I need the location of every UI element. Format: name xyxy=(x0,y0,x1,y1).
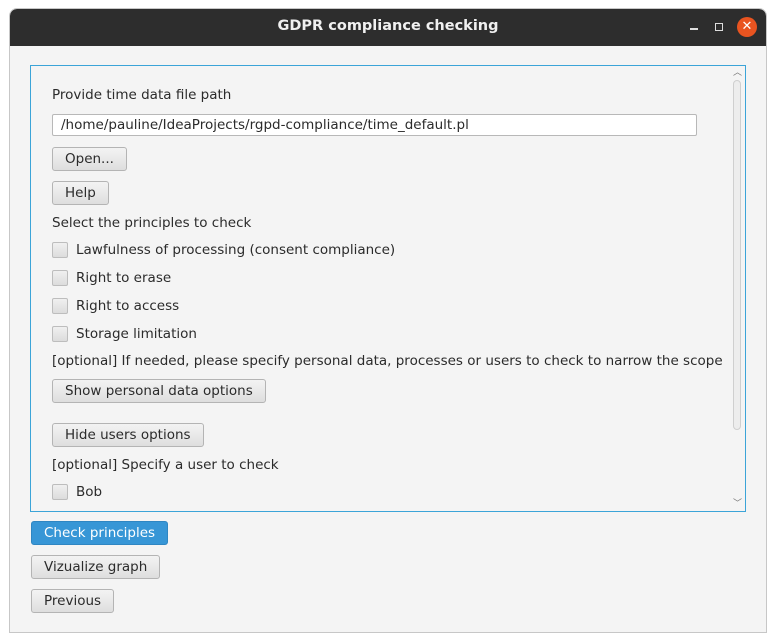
options-content: Provide time data file path Open... Help… xyxy=(31,66,723,511)
chevron-down-icon[interactable]: ﹀ xyxy=(730,498,745,510)
vertical-scrollbar[interactable]: ︿ ﹀ xyxy=(730,66,745,511)
help-button[interactable]: Help xyxy=(52,181,109,205)
chevron-up-icon[interactable]: ︿ xyxy=(730,67,745,79)
app-window: GDPR compliance checking ✕ Provide time … xyxy=(9,8,767,633)
principle-storage-limitation[interactable]: Storage limitation xyxy=(52,325,197,343)
previous-button[interactable]: Previous xyxy=(31,589,115,613)
checkbox[interactable] xyxy=(52,298,68,314)
principle-label: Lawfulness of processing (consent compli… xyxy=(76,242,396,258)
visualize-graph-button[interactable]: Vizualize graph xyxy=(31,555,161,579)
principle-right-to-erase[interactable]: Right to erase xyxy=(52,269,171,287)
user-label: [optional] Specify a user to check xyxy=(52,457,279,473)
checkbox[interactable] xyxy=(52,484,68,500)
hide-users-button[interactable]: Hide users options xyxy=(52,423,204,447)
scrollbar-thumb[interactable] xyxy=(733,80,741,430)
check-principles-button[interactable]: Check principles xyxy=(31,521,169,545)
user-bob[interactable]: Bob xyxy=(52,483,102,501)
checkbox[interactable] xyxy=(52,242,68,258)
title-bar[interactable]: GDPR compliance checking ✕ xyxy=(10,9,766,46)
open-button[interactable]: Open... xyxy=(52,147,127,171)
principle-label: Storage limitation xyxy=(76,326,197,342)
file-path-input[interactable] xyxy=(52,114,697,136)
window-title: GDPR compliance checking xyxy=(277,18,499,34)
optional-scope-label: [optional] If needed, please specify per… xyxy=(52,353,723,369)
show-personal-data-button[interactable]: Show personal data options xyxy=(52,379,266,403)
principles-label: Select the principles to check xyxy=(52,215,252,231)
minimize-icon[interactable] xyxy=(684,17,704,37)
principle-right-to-access[interactable]: Right to access xyxy=(52,297,179,315)
maximize-icon[interactable] xyxy=(709,17,729,37)
principle-label: Right to access xyxy=(76,298,180,314)
close-icon[interactable]: ✕ xyxy=(737,17,757,37)
checkbox[interactable] xyxy=(52,326,68,342)
file-path-label: Provide time data file path xyxy=(52,87,232,103)
principle-label: Right to erase xyxy=(76,270,172,286)
principle-lawfulness[interactable]: Lawfulness of processing (consent compli… xyxy=(52,241,395,259)
options-scroll-pane[interactable]: Provide time data file path Open... Help… xyxy=(30,65,746,512)
user-name-label: Bob xyxy=(76,484,103,500)
checkbox[interactable] xyxy=(52,270,68,286)
